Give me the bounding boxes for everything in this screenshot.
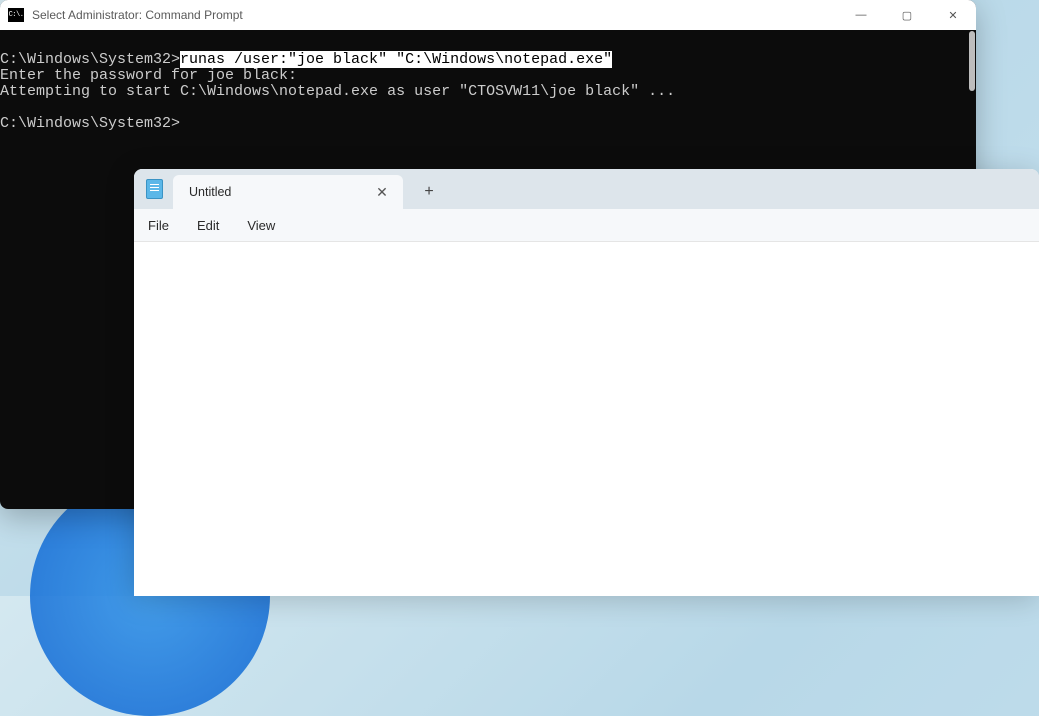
notepad-tabstrip: Untitled ✕ + [134,169,1039,209]
cmd-body[interactable]: C:\Windows\System32> runas /user:"joe bla… [0,30,976,148]
menu-edit[interactable]: Edit [197,218,219,233]
notepad-tab[interactable]: Untitled ✕ [173,175,403,209]
tab-title: Untitled [189,185,231,199]
notepad-editor[interactable] [134,242,1039,596]
scrollbar-thumb[interactable] [969,31,975,91]
cmd-titlebar[interactable]: C:\. Select Administrator: Command Promp… [0,0,976,30]
cmd-output-line: C:\Windows\System32>runas /user:"joe bla… [0,51,612,68]
menu-file[interactable]: File [148,218,169,233]
cmd-prompt-line: C:\Windows\System32> [0,115,180,132]
menu-view[interactable]: View [247,218,275,233]
notepad-window: Untitled ✕ + File Edit View [134,169,1039,596]
notepad-menubar: File Edit View [134,209,1039,242]
cmd-output-line: Enter the password for joe black: [0,67,297,84]
cmd-title: Select Administrator: Command Prompt [32,8,243,22]
cmd-output-line: Attempting to start C:\Windows\notepad.e… [0,83,675,100]
minimize-button[interactable]: — [838,0,884,30]
new-tab-button[interactable]: + [409,175,449,209]
close-button[interactable]: ✕ [930,0,976,30]
cmd-selected-text: runas /user:"joe black" "C:\Windows\note… [180,51,612,68]
cmd-window-controls: — ▢ ✕ [838,0,976,30]
maximize-button[interactable]: ▢ [884,0,930,30]
notepad-icon [146,179,163,199]
cmd-icon: C:\. [8,8,24,22]
tab-close-button[interactable]: ✕ [373,183,391,201]
